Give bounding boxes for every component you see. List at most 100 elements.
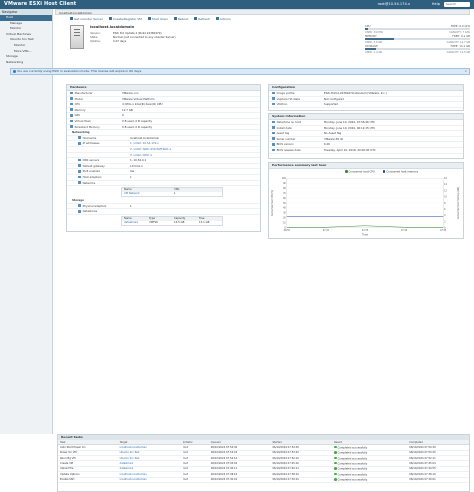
cell-text: root [182, 451, 188, 455]
cell-text: root [182, 467, 188, 471]
cell-text: 06/10/2024 07:40:11 [210, 467, 238, 471]
table-cell: localhost.localdomain [117, 477, 181, 483]
hardware-panel: Hardware Manufacturer VMware, Inc. Model VM… [66, 84, 261, 232]
recent-tasks-panel: Recent tasks Task Target Initiator Queued St… [57, 434, 470, 492]
close-icon[interactable]: × [464, 69, 467, 74]
cell-text: 06/10/2024 07:54:30 [272, 445, 299, 449]
nav-item[interactable]: Networking [0, 60, 52, 66]
toolbar-button[interactable]: Create/Register VM [108, 17, 142, 21]
table-cell: datastore1 [124, 220, 139, 224]
y2-tick-label: 12 [444, 189, 447, 192]
table-cell: 06/10/2024 07:30:01 [270, 477, 333, 483]
row-icon [70, 102, 73, 106]
row-icon [78, 170, 81, 173]
server-icon [70, 25, 84, 49]
cell-text: root [182, 472, 188, 476]
y2-tick-label: 14 [444, 183, 447, 186]
info-key: IP addresses [67, 141, 130, 146]
info-key: Physical adapters [67, 204, 130, 209]
table-row[interactable]: Enable SSH localhost.localdomain root 06/10… [58, 477, 469, 483]
info-value: Monday, June 10, 2024, 06:12:15 UTC [324, 125, 375, 130]
info-value: Tuesday, April 10, 2018, 20:00:00 UTC [324, 147, 376, 152]
networks-table: Name VMs VM Network 1 [121, 187, 223, 198]
row-icon [78, 142, 81, 145]
info-key: IPv6 enabled [67, 169, 130, 174]
y-tick-label: 50 [283, 202, 286, 205]
info-key: Date/time on host [269, 120, 324, 125]
toolbar-button-label: Refresh [198, 16, 210, 21]
cell-text: root [182, 456, 188, 460]
search-input[interactable]: Search [444, 1, 470, 7]
info-key: Memory [67, 108, 122, 113]
info-value: Supported [324, 102, 338, 107]
mini-table-row[interactable]: datastore1 VMFS6 14.5 GB 13.1 GB [122, 221, 222, 225]
help-menu[interactable]: Help [432, 2, 440, 6]
usage-row: MEMORY FREE: 9.1 GB USED: 3.6 GB CAPACITY: … [365, 34, 470, 44]
table-cell: 1 [174, 192, 176, 196]
info-value: Yes [130, 169, 135, 174]
success-icon [334, 472, 337, 476]
info-value: 0 [122, 113, 124, 118]
info-key: BIOS release date [269, 148, 324, 153]
usage-capacity: CAPACITY: 14.5 GB [446, 50, 470, 54]
x-tick-label: 07:55 [440, 229, 447, 232]
mini-table-row[interactable]: VM Network 1 [122, 192, 222, 196]
info-value[interactable]: 2. vmk0: fe80::250:56ff:fe01:x [130, 147, 171, 152]
row-icon [70, 125, 73, 128]
cell-text: 06/10/2024 07:53:22 [272, 451, 299, 455]
user-menu[interactable]: root@10.54.174.x [378, 2, 410, 6]
toolbar-button[interactable]: Shut down [147, 17, 168, 21]
info-icon [12, 70, 16, 73]
y-tick-label: 60 [283, 197, 286, 200]
info-key: Image profile [269, 91, 324, 96]
cell-text: 06/10/2024 07:45:04 [409, 462, 436, 466]
hardware-storage-rows: Storage Physical adapters 1 Datastores [67, 198, 260, 215]
info-value: 0 B used, 0 B capacity [122, 118, 153, 123]
y-tick-label: 80 [283, 187, 286, 190]
info-value: VMware-56 4d [324, 136, 344, 141]
info-key: DNS servers [67, 158, 130, 163]
y2-tick-label: 2 [444, 220, 446, 223]
y2-tick-label: 16 [444, 177, 447, 180]
info-key: Networks [67, 181, 130, 186]
toolbar-button[interactable]: Refresh [194, 16, 210, 21]
info-key: Networking [72, 130, 90, 135]
table-cell: VM Network [124, 192, 140, 196]
info-value: 1 [130, 203, 132, 208]
toolbar-icon [108, 17, 112, 20]
cell-text: Completed successfully [337, 472, 368, 476]
cell-text: Completed successfully [337, 478, 368, 482]
info-value[interactable]: 1. vmk0: 10.54.174.x [130, 141, 159, 146]
info-value[interactable]: 3. vmk0: fd00::x [130, 153, 152, 158]
y-tick-label: 90 [283, 182, 286, 185]
toolbar-button[interactable]: Actions [215, 16, 231, 21]
info-key: Virtual flash [67, 119, 122, 124]
row-icon [272, 126, 275, 129]
info-value: 1. 10.54.0.1 [130, 158, 147, 163]
table-cell: root [180, 477, 209, 483]
cell-text: localhost.localdomain [119, 445, 147, 449]
info-row: vMotion Supported [269, 102, 463, 108]
info-key: vSphere HA state [269, 97, 324, 102]
toolbar: Get vCenter Server Create/Register VM Shut… [55, 15, 470, 22]
toolbar-button-label: Reboot [177, 16, 189, 21]
row-icon [272, 131, 275, 135]
system-info-rows: Date/time on host Monday, June 10, 2024, … [269, 120, 463, 154]
cell-text: Auto Start Power On [60, 445, 86, 449]
toolbar-button-label: Actions [219, 16, 231, 21]
info-value: 1 [130, 174, 132, 179]
toolbar-button[interactable]: Reboot [173, 16, 189, 21]
table-cell: 13.1 GB [199, 220, 210, 224]
cell-text: Ubuntu Srv Test [119, 451, 140, 455]
info-key [67, 147, 130, 152]
row-icon [70, 108, 73, 112]
info-key: Install date [269, 126, 324, 131]
info-key: Default gateway [67, 164, 130, 169]
info-value: Not configured [324, 96, 344, 101]
cell-text: root [182, 445, 188, 449]
toolbar-button[interactable]: Get vCenter Server [70, 17, 103, 21]
info-row: BIOS release date Tuesday, April 10, 2018… [269, 148, 463, 154]
toolbar-icon [215, 17, 219, 20]
x-tick-label: 06:55 [284, 229, 291, 232]
cell-text: datastore1 [119, 462, 134, 466]
